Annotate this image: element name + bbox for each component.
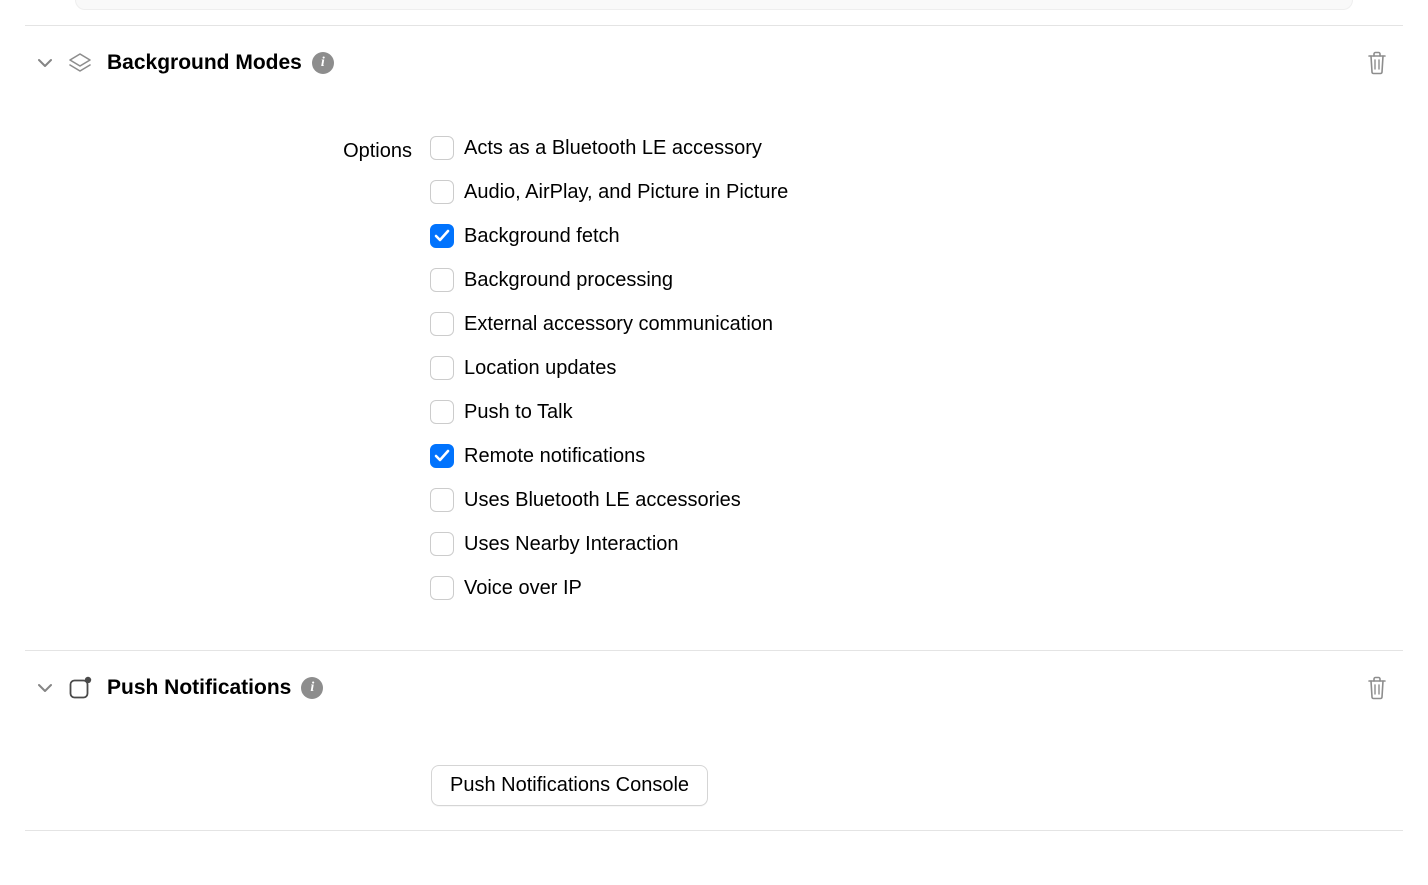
push-notifications-console-button[interactable]: Push Notifications Console [431, 765, 708, 806]
push-console-row: Push Notifications Console [25, 721, 1403, 830]
push-notifications-header: Push Notifications i [25, 651, 1403, 721]
option-audio-airplay[interactable]: Audio, AirPlay, and Picture in Picture [430, 180, 1403, 204]
checkbox-icon [430, 532, 454, 556]
option-remote-notifications[interactable]: Remote notifications [430, 444, 1403, 468]
option-background-processing[interactable]: Background processing [430, 268, 1403, 292]
option-bluetooth-accessory[interactable]: Acts as a Bluetooth LE accessory [430, 136, 1403, 160]
option-label: Audio, AirPlay, and Picture in Picture [464, 181, 788, 204]
checkbox-icon [430, 268, 454, 292]
option-background-fetch[interactable]: Background fetch [430, 224, 1403, 248]
option-voice-over-ip[interactable]: Voice over IP [430, 576, 1403, 600]
option-label: Location updates [464, 357, 616, 380]
checkbox-icon [430, 444, 454, 468]
checkbox-icon [430, 312, 454, 336]
checkbox-icon [430, 180, 454, 204]
info-icon[interactable]: i [312, 52, 334, 74]
option-push-to-talk[interactable]: Push to Talk [430, 400, 1403, 424]
option-label: External accessory communication [464, 313, 773, 336]
section-separator [25, 830, 1403, 831]
checkbox-icon [430, 356, 454, 380]
background-modes-options-row: Options Acts as a Bluetooth LE accessory… [25, 96, 1403, 650]
options-label: Options [25, 136, 430, 163]
option-label: Uses Nearby Interaction [464, 533, 679, 556]
option-external-accessory[interactable]: External accessory communication [430, 312, 1403, 336]
background-modes-header: Background Modes i [25, 26, 1403, 96]
info-icon[interactable]: i [301, 677, 323, 699]
checkbox-icon [430, 224, 454, 248]
option-nearby-interaction[interactable]: Uses Nearby Interaction [430, 532, 1403, 556]
checkbox-icon [430, 488, 454, 512]
background-modes-icon [67, 50, 93, 76]
checkbox-icon [430, 400, 454, 424]
option-label: Background fetch [464, 225, 620, 248]
background-modes-title: Background Modes [107, 51, 302, 75]
option-label: Push to Talk [464, 401, 573, 424]
disclosure-toggle[interactable] [35, 53, 55, 73]
option-location-updates[interactable]: Location updates [430, 356, 1403, 380]
capabilities-editor: Background Modes i Options Acts as a Blu… [0, 0, 1428, 831]
delete-capability-button[interactable] [1365, 675, 1389, 701]
disclosure-toggle[interactable] [35, 678, 55, 698]
option-uses-bluetooth-accessories[interactable]: Uses Bluetooth LE accessories [430, 488, 1403, 512]
push-notifications-section: Push Notifications i Push Notifications … [25, 651, 1403, 830]
option-label: Uses Bluetooth LE accessories [464, 489, 741, 512]
options-list: Acts as a Bluetooth LE accessory Audio, … [430, 136, 1403, 600]
option-label: Background processing [464, 269, 673, 292]
option-label: Remote notifications [464, 445, 645, 468]
option-label: Voice over IP [464, 577, 582, 600]
background-modes-section: Background Modes i Options Acts as a Blu… [25, 26, 1403, 650]
delete-capability-button[interactable] [1365, 50, 1389, 76]
push-notifications-title: Push Notifications [107, 676, 291, 700]
push-notifications-icon [67, 675, 93, 701]
collapsed-capability-placeholder [75, 0, 1353, 10]
option-label: Acts as a Bluetooth LE accessory [464, 137, 762, 160]
checkbox-icon [430, 136, 454, 160]
checkbox-icon [430, 576, 454, 600]
